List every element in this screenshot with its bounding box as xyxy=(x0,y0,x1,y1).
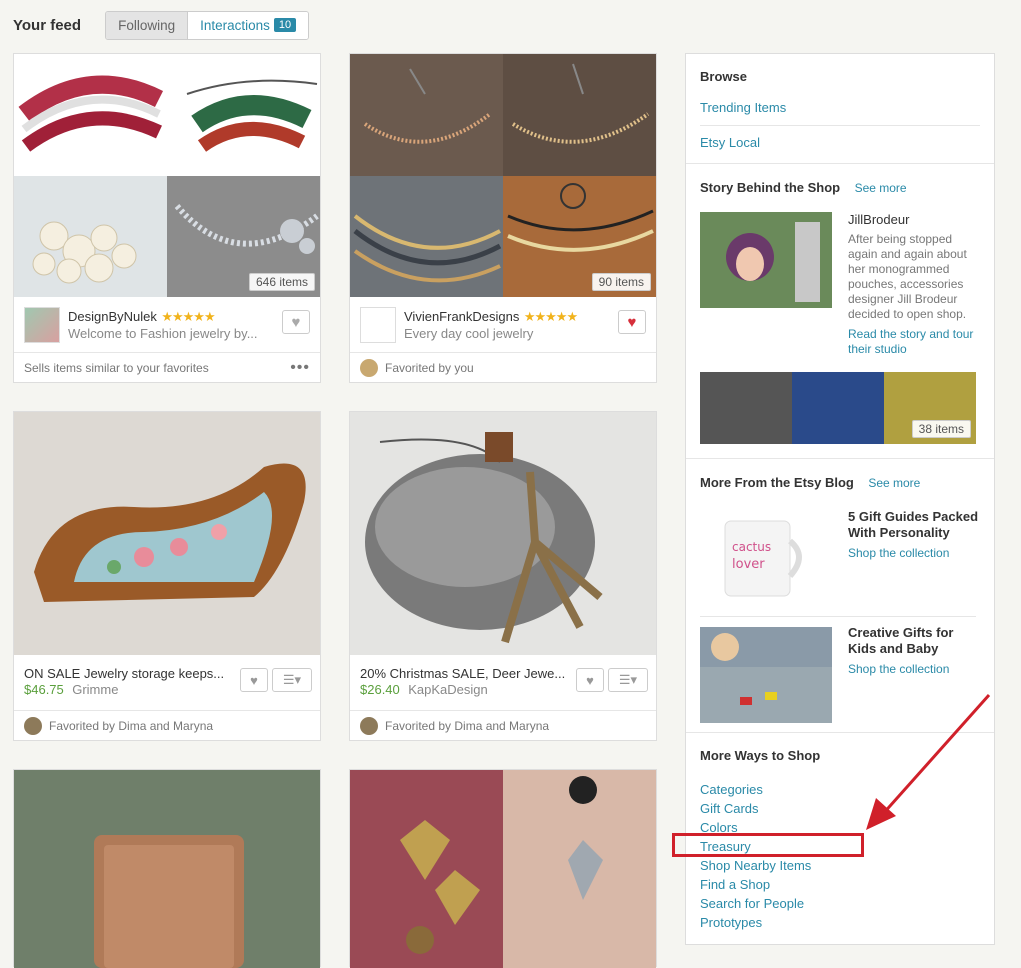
shop-card: 90 items VivienFrankDesigns ★★★★★ Every … xyxy=(349,53,657,383)
card-footer-text: Sells items similar to your favorites xyxy=(24,361,209,375)
blog-post-title[interactable]: Creative Gifts for Kids and Baby xyxy=(848,625,982,657)
shop-thumbnail xyxy=(24,306,60,343)
favorite-heart-icon[interactable]: ♥ xyxy=(282,310,310,334)
favorite-heart-icon[interactable]: ♥ xyxy=(240,668,268,692)
listing-title: ON SALE Jewelry storage keeps... xyxy=(24,666,225,681)
listing-image[interactable] xyxy=(350,412,656,655)
blog-post-image[interactable]: cactus lover xyxy=(700,506,832,602)
gift-cards-link[interactable]: Gift Cards xyxy=(700,801,759,816)
shop-nearby-items-link[interactable]: Shop Nearby Items xyxy=(700,858,811,873)
listing-image[interactable] xyxy=(14,412,320,655)
user-avatar xyxy=(360,359,378,377)
shop-tagline: Every day cool jewelry xyxy=(404,326,534,341)
story-photo[interactable] xyxy=(700,212,832,308)
listing-card: 20% Christmas SALE, Deer Jewe... $26.40 … xyxy=(349,411,657,741)
story-text: After being stopped again and again abou… xyxy=(848,232,967,321)
rating-stars: ★★★★★ xyxy=(161,309,215,324)
browse-heading: Browse xyxy=(700,69,747,84)
tab-interactions[interactable]: Interactions 10 xyxy=(188,11,309,39)
listing-card: ON SALE Jewelry storage keeps... $46.75 … xyxy=(13,411,321,741)
svg-text:cactus: cactus xyxy=(732,540,771,554)
trending-items-link[interactable]: Trending Items xyxy=(700,100,786,115)
blog-see-more-link[interactable]: See more xyxy=(868,476,920,490)
find-a-shop-link[interactable]: Find a Shop xyxy=(700,877,770,892)
card-footer: Sells items similar to your favorites ••… xyxy=(14,353,320,383)
card-footer: Favorited by Dima and Maryna xyxy=(14,711,320,741)
item-count: 646 items xyxy=(248,273,315,291)
rating-stars: ★★★★★ xyxy=(523,309,578,324)
page-title: Your feed xyxy=(13,16,82,34)
story-read-link[interactable]: Read the story and tour their studio xyxy=(848,327,982,357)
shop-thumbnail xyxy=(360,306,396,343)
annotation-arrow-icon xyxy=(866,694,991,830)
card-footer-text: Favorited by you xyxy=(385,361,474,375)
blog-post-image[interactable] xyxy=(700,627,832,723)
blog-heading: More From the Etsy Blog xyxy=(700,475,854,490)
story-collage[interactable]: 38 items xyxy=(700,372,976,444)
card-footer: Favorited by Dima and Maryna xyxy=(350,711,656,741)
favorite-heart-icon[interactable]: ♥ xyxy=(618,310,646,334)
story-shop-name: JillBrodeur xyxy=(848,212,910,227)
listing-info[interactable]: ON SALE Jewelry storage keeps... $46.75 … xyxy=(14,655,320,711)
feed-tabs: Following Interactions 10 xyxy=(105,10,310,40)
listing-card xyxy=(13,769,321,968)
blog-post-link[interactable]: Shop the collection xyxy=(848,546,982,560)
favorite-heart-icon[interactable]: ♥ xyxy=(576,668,604,692)
card-footer-text: Favorited by Dima and Maryna xyxy=(49,719,214,733)
listing-info[interactable]: 20% Christmas SALE, Deer Jewe... $26.40 … xyxy=(350,655,656,711)
shop-collage[interactable]: 90 items xyxy=(350,54,656,297)
item-count: 90 items xyxy=(591,273,651,291)
story-section: Story Behind the Shop See more JillBrode… xyxy=(686,164,994,459)
highlight-box xyxy=(672,833,864,857)
blog-post-link[interactable]: Shop the collection xyxy=(848,662,982,676)
item-count: 38 items xyxy=(911,420,971,438)
categories-link[interactable]: Categories xyxy=(700,782,763,797)
more-options-icon[interactable]: ••• xyxy=(290,359,310,377)
listing-image[interactable] xyxy=(350,770,656,968)
shop-name: VivienFrankDesigns xyxy=(404,309,520,324)
shop-collage[interactable]: 646 items xyxy=(14,54,320,297)
blog-post-title[interactable]: 5 Gift Guides Packed With Personality xyxy=(848,509,982,541)
listing-shop: KapKaDesign xyxy=(408,682,488,697)
shop-tagline: Welcome to Fashion jewelry by... xyxy=(68,326,258,341)
etsy-local-link[interactable]: Etsy Local xyxy=(700,135,760,150)
tab-interactions-label: Interactions xyxy=(200,17,270,33)
listing-card xyxy=(349,769,657,968)
add-to-list-icon[interactable]: ☰▾ xyxy=(608,668,648,692)
shop-card: 646 items DesignByNulek ★★★★★ Welcome to… xyxy=(13,53,321,383)
search-for-people-link[interactable]: Search for People xyxy=(700,896,804,911)
story-heading: Story Behind the Shop xyxy=(700,180,841,195)
prototypes-link[interactable]: Prototypes xyxy=(700,915,762,930)
add-to-list-icon[interactable]: ☰▾ xyxy=(272,668,312,692)
feed-header: Your feed Following Interactions 10 xyxy=(13,10,310,40)
card-footer: Favorited by you xyxy=(350,353,656,383)
shop-info[interactable]: VivienFrankDesigns ★★★★★ Every day cool … xyxy=(350,297,656,353)
listing-title: 20% Christmas SALE, Deer Jewe... xyxy=(360,666,566,681)
listing-price: $46.75 xyxy=(24,682,64,697)
tab-following[interactable]: Following xyxy=(106,11,189,39)
listing-shop: Grimme xyxy=(72,682,119,697)
interactions-badge: 10 xyxy=(273,18,297,32)
shop-name: DesignByNulek xyxy=(68,309,157,324)
shop-info[interactable]: DesignByNulek ★★★★★ Welcome to Fashion j… xyxy=(14,297,320,353)
card-footer-text: Favorited by Dima and Maryna xyxy=(385,719,550,733)
svg-text:lover: lover xyxy=(732,557,765,572)
story-see-more-link[interactable]: See more xyxy=(855,181,907,195)
user-avatar xyxy=(24,717,42,735)
listing-image[interactable] xyxy=(14,770,320,968)
user-avatar xyxy=(360,717,378,735)
listing-price: $26.40 xyxy=(360,682,400,697)
browse-section: Browse Trending Items Etsy Local xyxy=(686,54,994,164)
